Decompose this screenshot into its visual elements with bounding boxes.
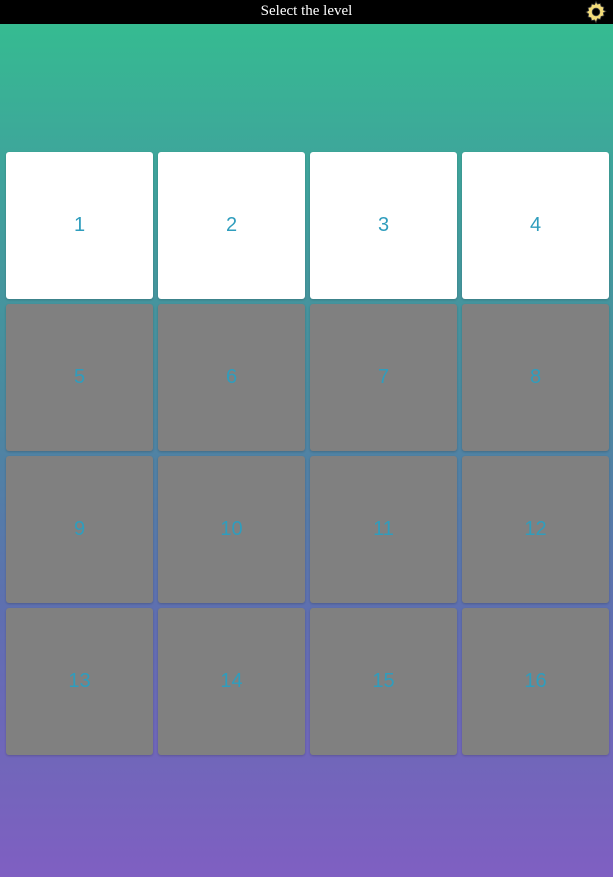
level-number: 7 (377, 366, 390, 388)
level-grid: 1 2 3 4 5 6 7 8 9 10 11 12 13 14 15 16 (6, 152, 610, 755)
level-tile-3[interactable]: 3 (310, 152, 457, 299)
level-number: 6 (225, 366, 238, 388)
page-title: Select the level (260, 3, 353, 19)
level-tile-15: 15 (310, 608, 457, 755)
level-number: 8 (529, 366, 542, 388)
level-tile-13: 13 (6, 608, 153, 755)
level-number: 14 (220, 670, 243, 692)
level-tile-4[interactable]: 4 (462, 152, 609, 299)
level-number: 2 (225, 214, 238, 236)
level-tile-1[interactable]: 1 (6, 152, 153, 299)
level-number: 16 (524, 670, 547, 692)
header-bar: Select the level (0, 0, 613, 24)
level-number: 3 (377, 214, 390, 236)
settings-button[interactable] (583, 0, 609, 24)
level-tile-9: 9 (6, 456, 153, 603)
level-tile-6: 6 (158, 304, 305, 451)
level-tile-2[interactable]: 2 (158, 152, 305, 299)
level-tile-7: 7 (310, 304, 457, 451)
level-number: 1 (73, 214, 86, 236)
level-tile-5: 5 (6, 304, 153, 451)
level-number: 4 (529, 214, 542, 236)
level-number: 5 (73, 366, 86, 388)
level-number: 10 (220, 518, 243, 540)
level-tile-10: 10 (158, 456, 305, 603)
level-number: 15 (372, 670, 395, 692)
level-tile-12: 12 (462, 456, 609, 603)
level-number: 13 (68, 670, 91, 692)
level-number: 12 (524, 518, 547, 540)
level-tile-14: 14 (158, 608, 305, 755)
level-number: 9 (73, 518, 86, 540)
level-tile-8: 8 (462, 304, 609, 451)
level-tile-16: 16 (462, 608, 609, 755)
level-tile-11: 11 (310, 456, 457, 603)
gear-icon (585, 0, 607, 24)
level-number: 11 (373, 518, 394, 540)
